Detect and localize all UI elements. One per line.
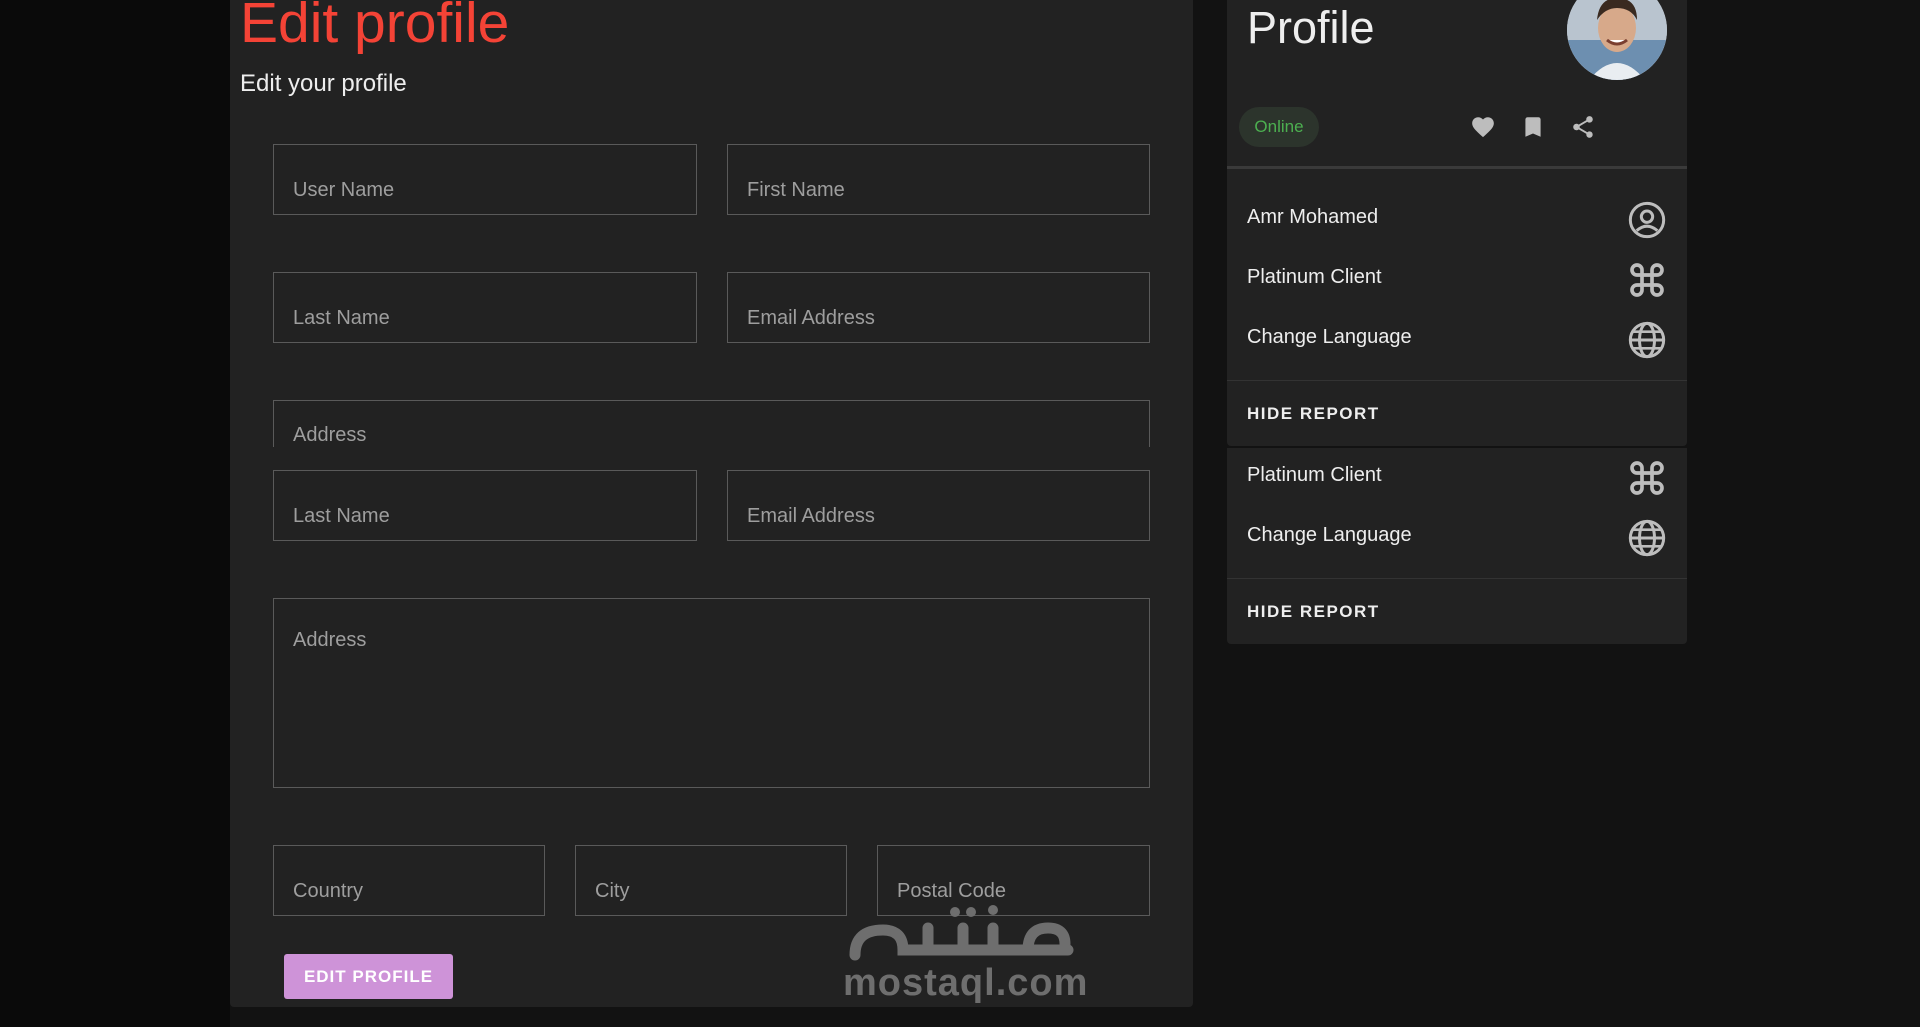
globe-icon — [1628, 519, 1666, 557]
country-input[interactable] — [273, 845, 545, 916]
profile-card: Profile Online Amr Mohamed Platinum Clie… — [1227, 0, 1687, 446]
user-name-input[interactable] — [273, 144, 697, 215]
profile-title: Profile — [1247, 2, 1375, 53]
list-item-label: Amr Mohamed — [1247, 206, 1379, 228]
list-item-label: Change Language — [1247, 524, 1412, 546]
email-input-duplicate[interactable] — [727, 470, 1150, 541]
divider — [1227, 166, 1687, 169]
status-badge: Online — [1239, 107, 1319, 147]
email-input[interactable] — [727, 272, 1150, 343]
last-name-input-duplicate[interactable] — [273, 470, 697, 541]
edit-profile-button[interactable]: EDIT PROFILE — [284, 954, 453, 999]
watermark-text: mostaql.com — [843, 962, 1089, 1004]
globe-icon — [1628, 321, 1666, 359]
list-item-change-language[interactable]: Change Language — [1227, 310, 1687, 370]
command-icon — [1630, 461, 1664, 495]
hide-report-button[interactable]: HIDE REPORT — [1247, 602, 1380, 622]
city-input[interactable] — [575, 845, 847, 916]
divider — [1227, 578, 1687, 579]
hide-report-button[interactable]: HIDE REPORT — [1247, 404, 1380, 424]
list-item-change-language[interactable]: Change Language — [1227, 508, 1687, 568]
first-name-input[interactable] — [727, 144, 1150, 215]
command-icon — [1630, 263, 1664, 297]
address-input-truncated[interactable] — [273, 400, 1150, 447]
divider — [1227, 380, 1687, 381]
list-item-label: Change Language — [1247, 326, 1412, 348]
edit-profile-card: Edit profile Edit your profile EDIT PROF… — [230, 0, 1193, 1007]
last-name-input[interactable] — [273, 272, 697, 343]
list-item-name[interactable]: Amr Mohamed — [1227, 190, 1687, 250]
profile-card-continued: Platinum Client Change Language HIDE REP… — [1227, 448, 1687, 644]
list-item-label: Platinum Client — [1247, 266, 1382, 288]
page-title: Edit profile — [240, 0, 510, 55]
list-item-client-tier[interactable]: Platinum Client — [1227, 250, 1687, 310]
account-circle-icon — [1628, 201, 1666, 239]
page-margin — [0, 0, 230, 1027]
list-item-client-tier[interactable]: Platinum Client — [1227, 448, 1687, 508]
address-textarea[interactable] — [273, 598, 1150, 788]
list-item-label: Platinum Client — [1247, 464, 1382, 486]
heart-icon[interactable] — [1470, 114, 1496, 140]
watermark: mostaql.com — [843, 900, 1089, 1010]
watermark-logo — [849, 905, 1074, 961]
share-icon[interactable] — [1570, 114, 1596, 140]
bookmark-icon[interactable] — [1520, 114, 1546, 140]
avatar — [1567, 0, 1667, 80]
avatar-image — [1567, 0, 1667, 80]
page-subtitle: Edit your profile — [240, 70, 407, 97]
